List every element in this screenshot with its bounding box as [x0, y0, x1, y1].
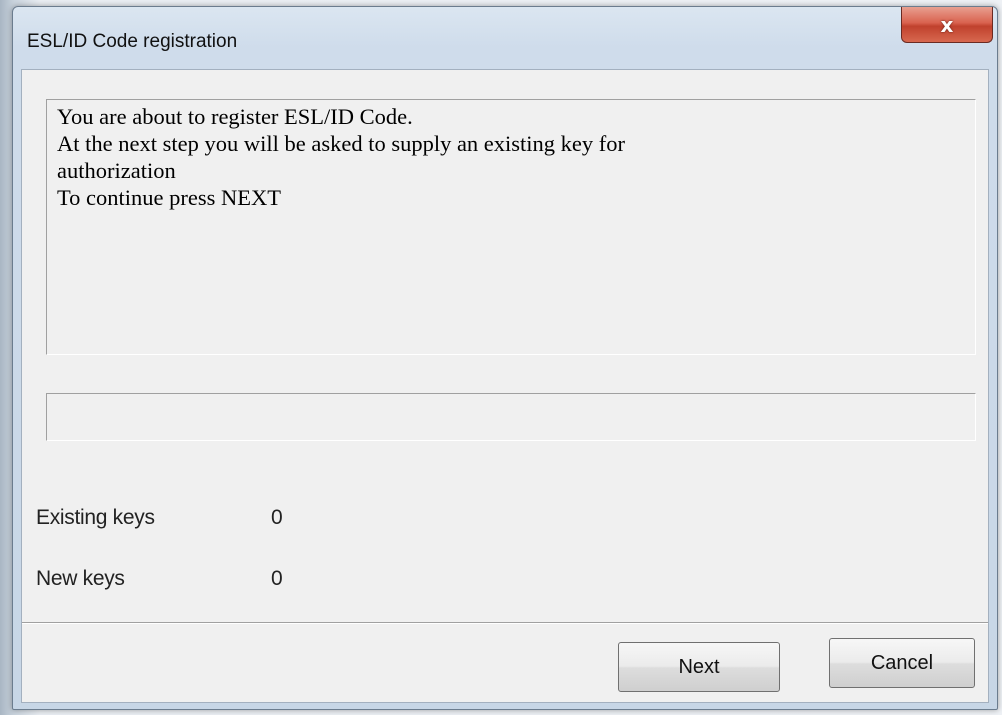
message-line-4: To continue press NEXT	[57, 185, 282, 210]
close-icon: x	[940, 12, 954, 37]
existing-keys-value: 0	[271, 506, 283, 529]
status-field	[46, 393, 976, 441]
close-button[interactable]: x	[901, 7, 993, 43]
new-keys-label: New keys	[36, 567, 125, 590]
title-bar[interactable]: ESL/ID Code registration x	[13, 7, 997, 69]
message-line-3: authorization	[57, 158, 176, 183]
existing-keys-label: Existing keys	[36, 506, 155, 529]
message-text-box: You are about to register ESL/ID Code. A…	[46, 99, 976, 355]
dialog-window: ESL/ID Code registration x You are about…	[12, 6, 998, 710]
cancel-button[interactable]: Cancel	[829, 638, 975, 688]
window-title: ESL/ID Code registration	[27, 31, 238, 52]
new-keys-value: 0	[271, 567, 283, 590]
dialog-body: You are about to register ESL/ID Code. A…	[21, 69, 989, 703]
message-line-2: At the next step you will be asked to su…	[57, 131, 626, 156]
footer-separator	[22, 622, 988, 624]
message-line-1: You are about to register ESL/ID Code.	[57, 104, 413, 129]
next-button[interactable]: Next	[618, 642, 780, 692]
